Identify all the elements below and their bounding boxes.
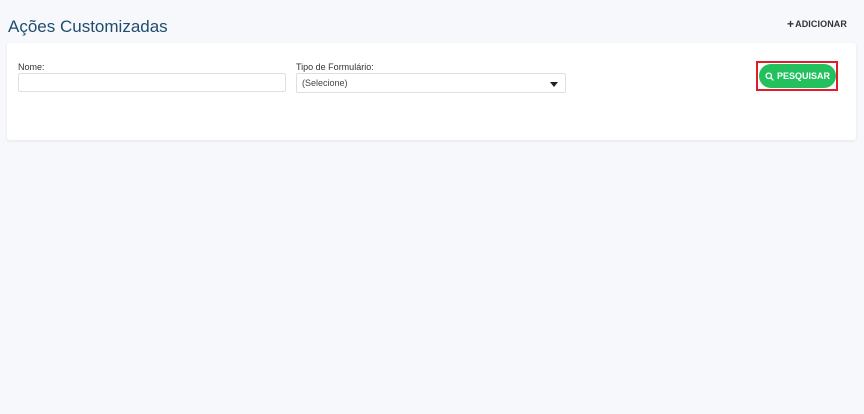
page-title: Ações Customizadas <box>8 17 168 36</box>
add-button-label: ADICIONAR <box>795 19 847 29</box>
search-button[interactable]: PESQUISAR <box>759 64 836 88</box>
search-icon <box>765 71 774 81</box>
form-type-selected-value: (Selecione) <box>302 78 348 88</box>
name-input[interactable] <box>18 73 286 92</box>
plus-icon: + <box>786 17 795 31</box>
chevron-down-icon <box>550 82 558 87</box>
form-type-label: Tipo de Formulário: <box>296 62 374 72</box>
filter-card: Nome: Tipo de Formulário: (Selecione) <box>7 43 856 140</box>
search-button-label: PESQUISAR <box>776 71 830 81</box>
add-button[interactable]: +ADICIONAR <box>786 16 847 31</box>
form-type-select[interactable]: (Selecione) <box>296 73 566 93</box>
name-label: Nome: <box>18 62 45 72</box>
